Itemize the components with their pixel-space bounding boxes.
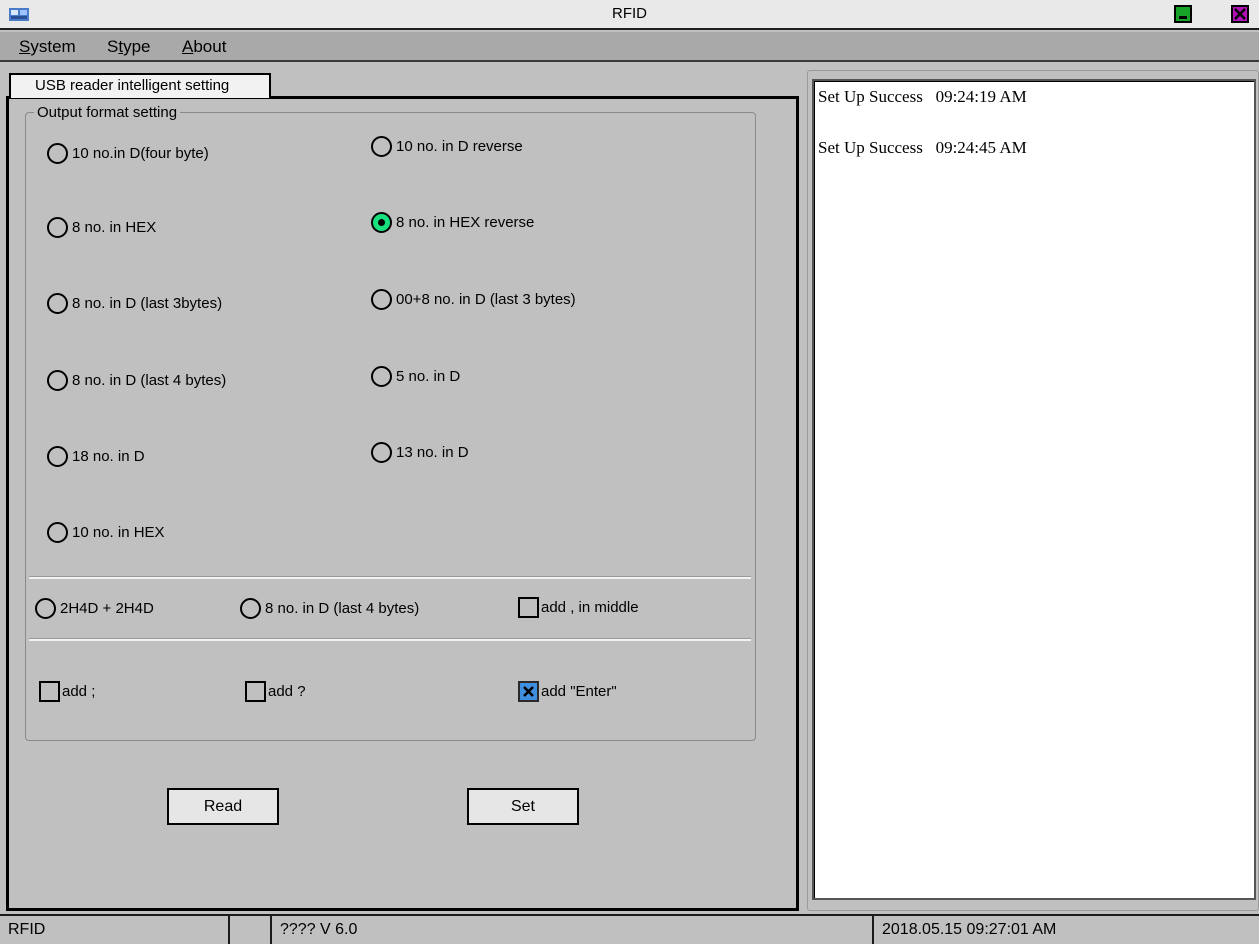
- radio-10-no-in-d-four-byte[interactable]: 10 no.in D(four byte): [47, 143, 209, 164]
- log-line: Set Up Success 09:24:45 AM: [818, 138, 1027, 157]
- radio-label: 18 no. in D: [72, 448, 145, 465]
- separator: [29, 576, 751, 579]
- radio-indicator: [371, 442, 392, 463]
- close-button[interactable]: [1231, 5, 1249, 23]
- radio-label: 5 no. in D: [396, 368, 461, 385]
- tab-usb-reader-setting[interactable]: USB reader intelligent setting: [9, 73, 271, 98]
- radio-8-no-in-hex[interactable]: 8 no. in HEX: [47, 217, 156, 238]
- check-x-icon: [523, 686, 534, 697]
- radio-label: 10 no. in HEX: [72, 524, 165, 541]
- radio-10-no-in-hex[interactable]: 10 no. in HEX: [47, 522, 165, 543]
- radio-10-no-in-d-reverse[interactable]: 10 no. in D reverse: [371, 136, 523, 157]
- radio-indicator: [371, 289, 392, 310]
- radio-label: 8 no. in D (last 3bytes): [72, 295, 223, 312]
- radio-5-no-in-d[interactable]: 5 no. in D: [371, 366, 460, 387]
- title-bar: RFID: [0, 0, 1259, 30]
- output-format-group: [25, 112, 756, 741]
- set-button[interactable]: Set: [467, 788, 579, 825]
- radio-label: 8 no. in D (last 4 bytes): [265, 600, 420, 617]
- radio-indicator: [240, 598, 261, 619]
- radio-indicator: [47, 522, 68, 543]
- radio-indicator: [47, 446, 68, 467]
- log-line: Set Up Success 09:24:19 AM: [818, 87, 1027, 106]
- radio-8-no-in-hex-reverse[interactable]: 8 no. in HEX reverse: [371, 212, 534, 233]
- menu-stype[interactable]: Stype: [107, 37, 151, 57]
- checkbox-indicator: [245, 681, 266, 702]
- checkbox-add-question[interactable]: add ?: [245, 681, 306, 702]
- menu-about[interactable]: About: [182, 37, 226, 57]
- checkbox-label: add ;: [62, 683, 96, 700]
- read-button[interactable]: Read: [167, 788, 279, 825]
- radio-indicator: [35, 598, 56, 619]
- status-datetime: 2018.05.15 09:27:01 AM: [882, 921, 1057, 938]
- status-version: ???? V 6.0: [272, 916, 874, 944]
- checkbox-label: add ?: [268, 683, 306, 700]
- menu-bar: System Stype About: [0, 32, 1259, 62]
- radio-8-no-in-d-last-4-bytes[interactable]: 8 no. in D (last 4 bytes): [47, 370, 226, 391]
- checkbox-add-semicolon[interactable]: add ;: [39, 681, 95, 702]
- radio-label: 10 no. in D reverse: [396, 138, 523, 155]
- radio-2h4d-2h4d[interactable]: 2H4D + 2H4D: [35, 598, 154, 619]
- radio-label: 10 no.in D(four byte): [72, 145, 209, 162]
- radio-indicator: [47, 293, 68, 314]
- log-textbox[interactable]: Set Up Success 09:24:19 AM Set Up Succes…: [812, 79, 1256, 900]
- radio-indicator: [47, 143, 68, 164]
- checkbox-indicator-checked: [518, 681, 539, 702]
- menu-system[interactable]: System: [19, 37, 76, 57]
- status-bar: RFID ???? V 6.0 2018.05.15 09:27:01 AM: [0, 914, 1259, 944]
- radio-indicator: [47, 217, 68, 238]
- radio-indicator-selected: [371, 212, 392, 233]
- checkbox-add-comma-middle[interactable]: add , in middle: [518, 597, 639, 618]
- radio-00-8-no-in-d-last-3-bytes[interactable]: 00+8 no. in D (last 3 bytes): [371, 289, 576, 310]
- checkbox-indicator: [39, 681, 60, 702]
- checkbox-label: add , in middle: [541, 599, 639, 616]
- radio-13-no-in-d[interactable]: 13 no. in D: [371, 442, 469, 463]
- checkbox-add-enter[interactable]: add "Enter": [518, 681, 617, 702]
- radio-label: 2H4D + 2H4D: [60, 600, 154, 617]
- radio-indicator: [371, 366, 392, 387]
- radio-8-no-in-d-last-3bytes[interactable]: 8 no. in D (last 3bytes): [47, 293, 222, 314]
- window-title: RFID: [612, 5, 647, 22]
- status-blank: [230, 916, 272, 944]
- radio-8-no-in-d-last-4-bytes-alt[interactable]: 8 no. in D (last 4 bytes): [240, 598, 419, 619]
- checkbox-indicator: [518, 597, 539, 618]
- radio-indicator: [47, 370, 68, 391]
- radio-label: 8 no. in HEX reverse: [396, 214, 535, 231]
- radio-indicator: [371, 136, 392, 157]
- separator: [29, 638, 751, 641]
- group-title: Output format setting: [34, 104, 181, 121]
- radio-18-no-in-d[interactable]: 18 no. in D: [47, 446, 145, 467]
- minimize-button[interactable]: [1174, 5, 1192, 23]
- checkbox-label: add "Enter": [541, 683, 617, 700]
- radio-label: 8 no. in D (last 4 bytes): [72, 372, 227, 389]
- radio-label: 8 no. in HEX: [72, 219, 157, 236]
- close-icon: [1234, 8, 1246, 20]
- radio-label: 13 no. in D: [396, 444, 469, 461]
- radio-label: 00+8 no. in D (last 3 bytes): [396, 291, 576, 308]
- status-app: RFID: [0, 916, 230, 944]
